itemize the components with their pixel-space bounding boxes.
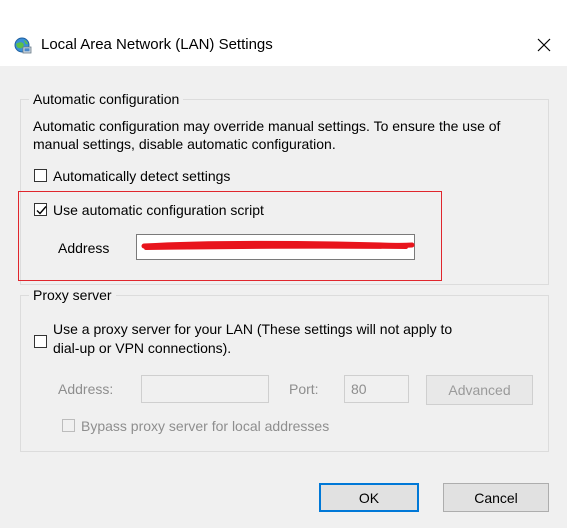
network-globe-icon — [14, 37, 32, 55]
proxy-port-label: Port: — [289, 381, 319, 397]
address-label: Address — [58, 240, 110, 256]
address-input[interactable] — [136, 234, 415, 260]
use-proxy-label-line1[interactable]: Use a proxy server for your LAN (These s… — [53, 320, 452, 338]
use-proxy-checkbox[interactable] — [34, 335, 47, 348]
proxy-address-label: Address: — [58, 381, 114, 397]
close-icon — [537, 38, 551, 52]
auto-detect-label[interactable]: Automatically detect settings — [53, 167, 230, 185]
bypass-proxy-checkbox[interactable] — [62, 419, 75, 432]
title-bar: Local Area Network (LAN) Settings — [0, 0, 567, 66]
advanced-button[interactable]: Advanced — [426, 375, 533, 405]
auto-config-script-checkbox[interactable] — [34, 203, 47, 216]
redaction-mark — [141, 240, 415, 250]
window-title: Local Area Network (LAN) Settings — [41, 36, 273, 53]
automatic-configuration-description: Automatic configuration may override man… — [33, 118, 501, 152]
automatic-configuration-legend: Automatic configuration — [29, 90, 184, 108]
proxy-port-input[interactable]: 80 — [344, 375, 409, 403]
use-proxy-label-line2[interactable]: dial-up or VPN connections). — [53, 339, 231, 357]
proxy-server-legend: Proxy server — [29, 286, 116, 304]
ok-button[interactable]: OK — [319, 483, 419, 512]
auto-config-script-label[interactable]: Use automatic configuration script — [53, 201, 264, 219]
auto-detect-checkbox[interactable] — [34, 169, 47, 182]
bypass-proxy-label[interactable]: Bypass proxy server for local addresses — [81, 417, 329, 435]
close-button[interactable] — [526, 27, 562, 63]
checkmark-icon — [36, 206, 47, 215]
proxy-address-input[interactable] — [141, 375, 269, 403]
proxy-port-value: 80 — [351, 381, 367, 397]
cancel-button[interactable]: Cancel — [443, 483, 549, 512]
